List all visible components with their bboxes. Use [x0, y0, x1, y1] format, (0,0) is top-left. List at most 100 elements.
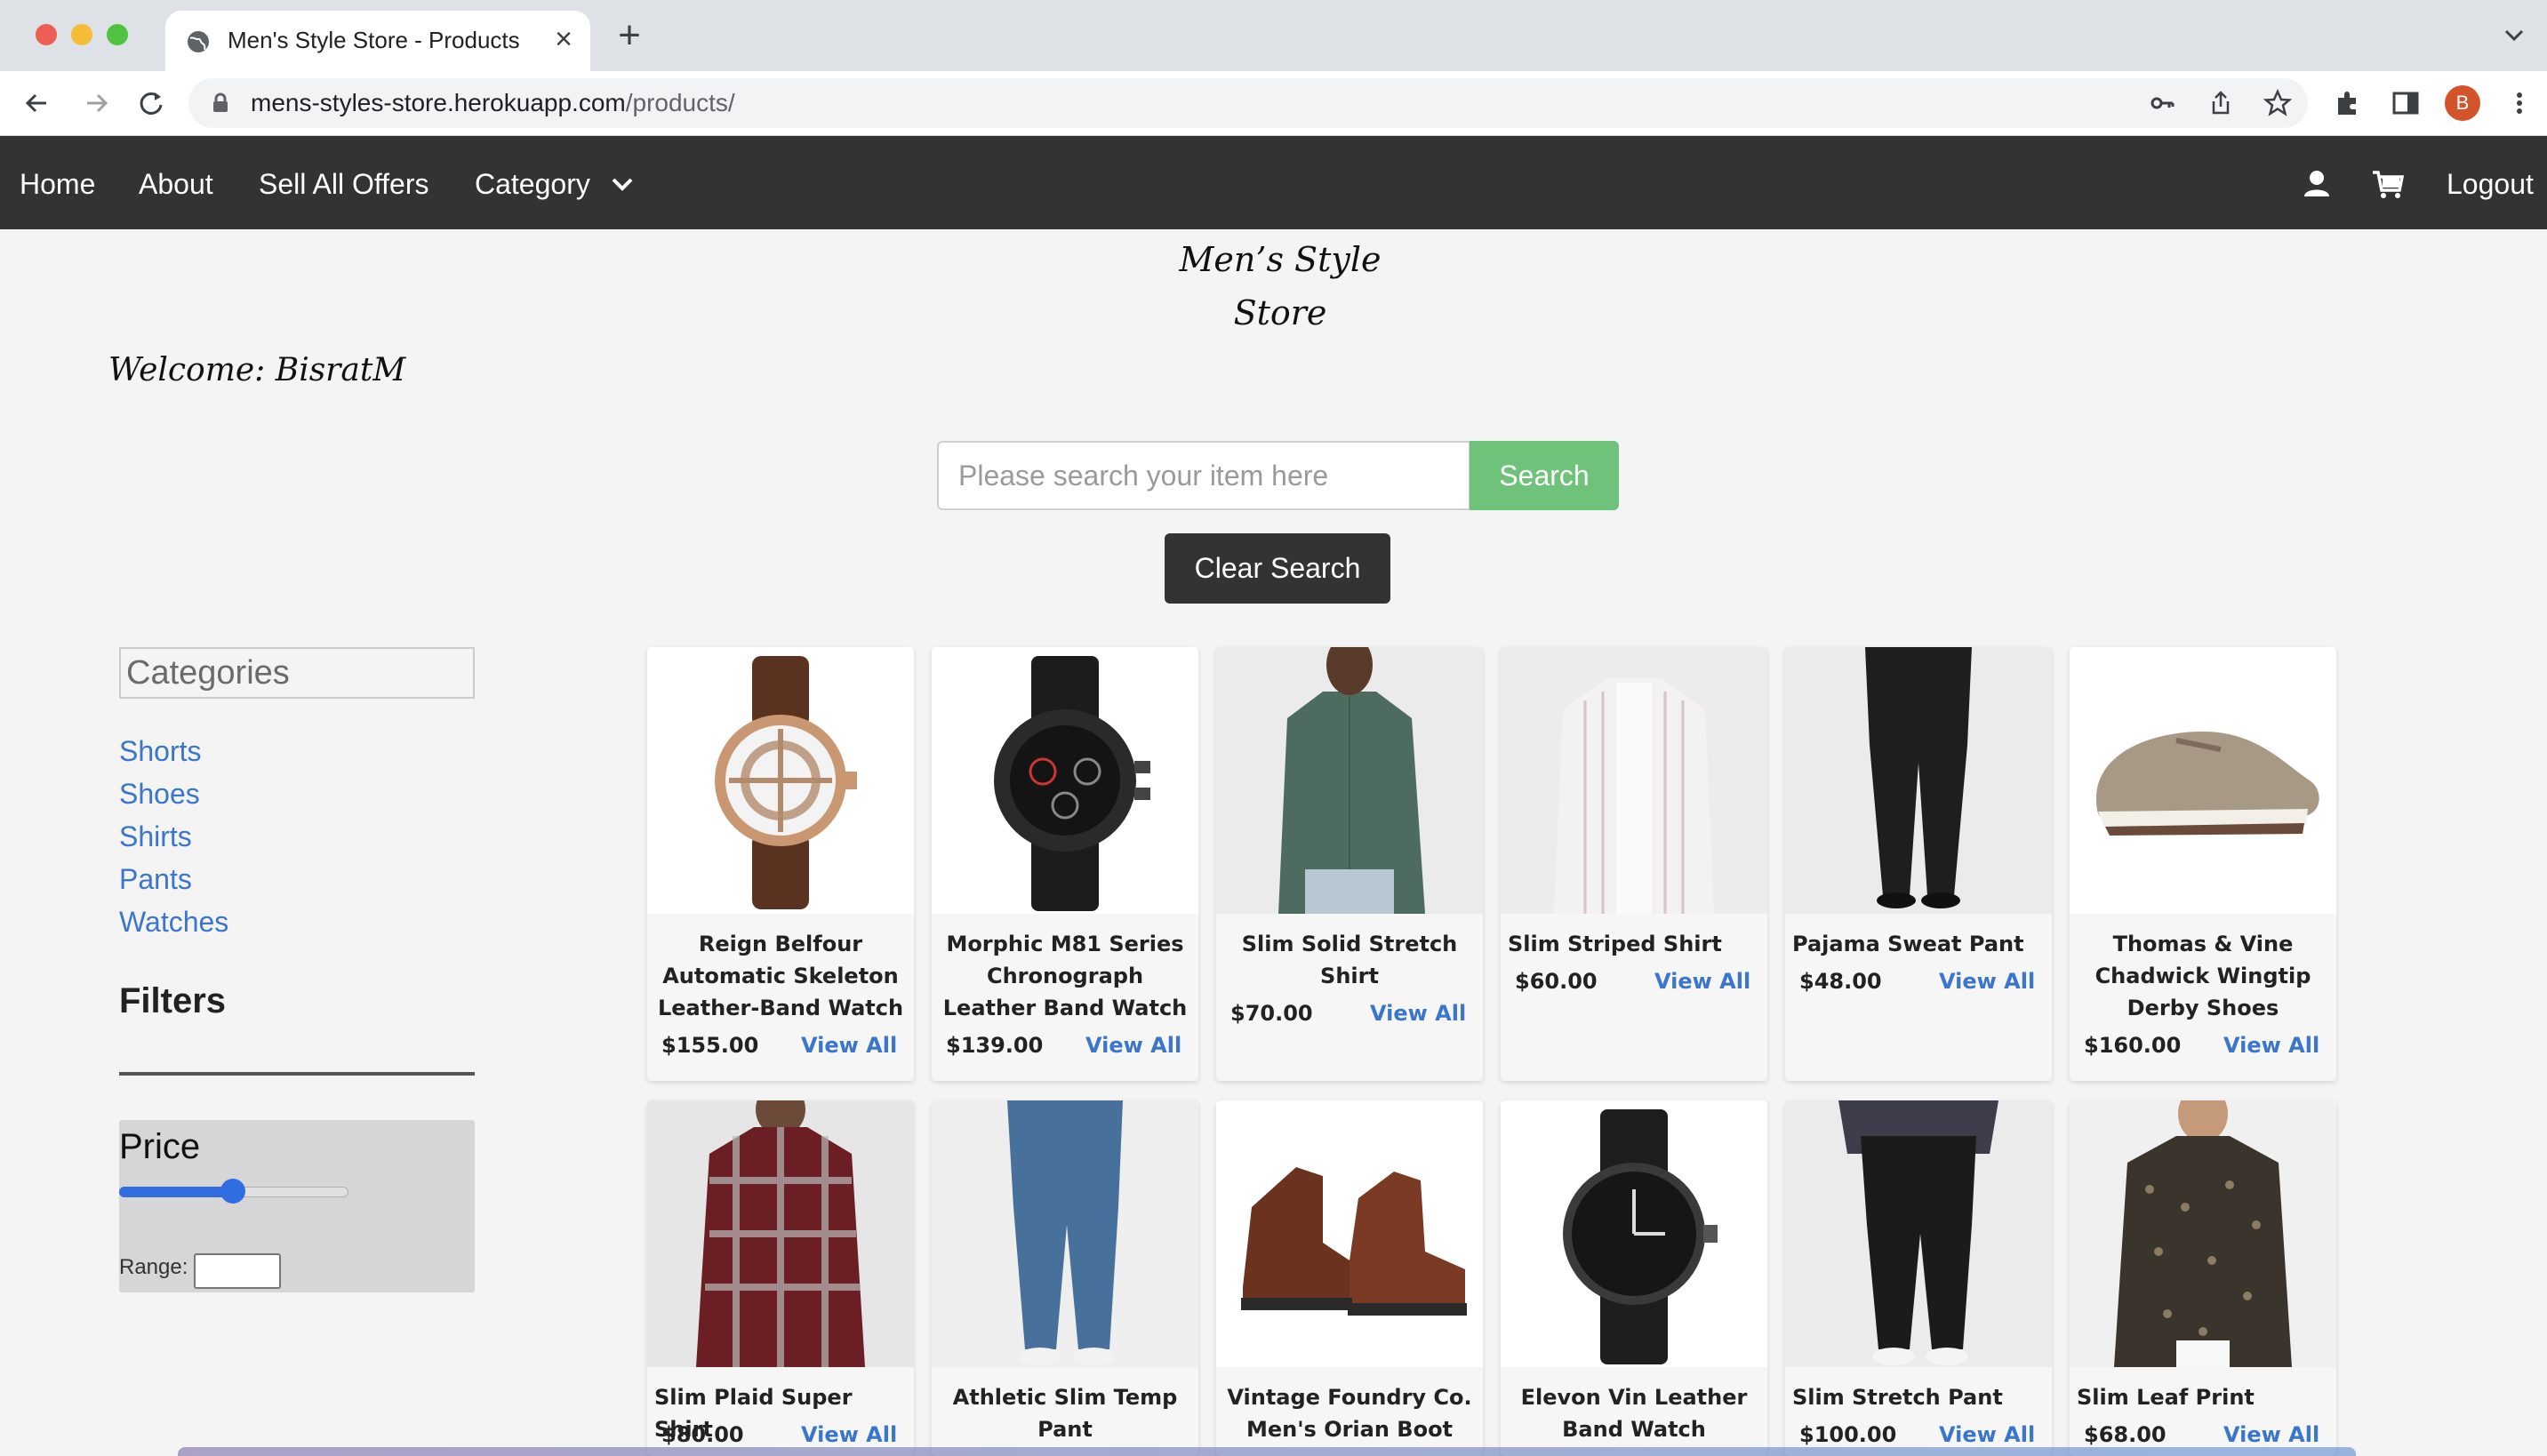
price-label: Price	[119, 1127, 201, 1166]
product-card[interactable]: Slim Plaid Super Shirt $80.00 View All	[647, 1100, 914, 1456]
product-card[interactable]: Athletic Slim Temp Pant	[932, 1100, 1198, 1456]
url-text[interactable]: mens-styles-store.herokuapp.com/products…	[251, 87, 735, 119]
chevron-down-icon[interactable]	[605, 166, 640, 202]
product-image[interactable]	[932, 647, 1198, 914]
product-price: $60.00	[1515, 969, 1598, 994]
product-price: $68.00	[2084, 1422, 2167, 1447]
dock-edge	[178, 1447, 2356, 1456]
product-image[interactable]	[2070, 1100, 2336, 1367]
product-image[interactable]	[1216, 1100, 1483, 1367]
category-link-watches[interactable]: Watches	[119, 904, 228, 940]
product-title: Thomas & Vine Chadwick Wingtip Derby Sho…	[2094, 932, 2311, 1020]
category-link-pants[interactable]: Pants	[119, 861, 192, 897]
product-price: $160.00	[2084, 1033, 2182, 1058]
browser-tab-strip: Men's Style Store - Products × +	[0, 0, 2547, 71]
brand-line-1: Men’s Style	[1179, 240, 1382, 279]
view-all-link[interactable]: View All	[2223, 1422, 2319, 1447]
view-all-link[interactable]: View All	[1939, 969, 2035, 994]
view-all-link[interactable]: View All	[1939, 1422, 2035, 1447]
pant-image	[1785, 1100, 2052, 1367]
view-all-link[interactable]: View All	[1085, 1033, 1181, 1058]
product-image[interactable]	[647, 647, 914, 914]
product-card[interactable]: Thomas & Vine Chadwick Wingtip Derby Sho…	[2070, 647, 2336, 1081]
window-minimize-button[interactable]	[71, 24, 92, 45]
clear-search-button[interactable]: Clear Search	[1165, 533, 1390, 604]
category-link-shirts[interactable]: Shirts	[119, 819, 192, 854]
address-bar[interactable]: mens-styles-store.herokuapp.com/products…	[188, 78, 2308, 128]
product-title: Slim Leaf Print	[2077, 1385, 2255, 1410]
side-panel-icon[interactable]	[2390, 87, 2422, 119]
back-arrow-icon[interactable]	[20, 85, 55, 121]
profile-avatar[interactable]: B	[2445, 85, 2480, 121]
nav-sell-all-offers-link[interactable]: Sell All Offers	[259, 166, 429, 202]
view-all-link[interactable]: View All	[801, 1422, 897, 1447]
cart-icon[interactable]	[2370, 166, 2406, 202]
watch-image	[1563, 1109, 1718, 1364]
pant-image	[1785, 647, 2052, 914]
view-all-link[interactable]: View All	[801, 1033, 897, 1058]
new-tab-icon[interactable]: +	[612, 16, 647, 55]
shirt-image	[1501, 647, 1767, 914]
view-all-link[interactable]: View All	[2223, 1033, 2319, 1058]
view-all-link[interactable]: View All	[1654, 969, 1750, 994]
product-card[interactable]: Vintage Foundry Co. Men's Orian Boot	[1216, 1100, 1483, 1456]
browser-menu-icon[interactable]	[2503, 87, 2535, 119]
range-input[interactable]	[194, 1253, 281, 1289]
window-close-button[interactable]	[36, 24, 57, 45]
share-icon[interactable]	[2207, 89, 2235, 117]
bookmark-star-icon[interactable]	[2263, 89, 2292, 117]
product-card[interactable]: Slim Leaf Print $68.00 View All	[2070, 1100, 2336, 1456]
product-card[interactable]: Slim Striped Shirt $60.00 View All	[1501, 647, 1767, 1081]
pant-image	[932, 1100, 1198, 1367]
product-image[interactable]	[1785, 1100, 2052, 1367]
product-card[interactable]: Slim Solid Stretch Shirt $70.00 View All	[1216, 647, 1483, 1081]
globe-icon	[188, 31, 209, 52]
product-image[interactable]	[2070, 647, 2336, 914]
view-all-link[interactable]: View All	[1370, 1001, 1466, 1026]
product-price: $80.00	[661, 1422, 744, 1447]
forward-arrow-icon[interactable]	[78, 85, 114, 121]
brand-line-2: Store	[1233, 293, 1327, 332]
shirt-image	[2070, 1100, 2336, 1367]
product-card[interactable]: Morphic M81 Series Chronograph Leather B…	[932, 647, 1198, 1081]
product-card[interactable]: Slim Stretch Pant $100.00 View All	[1785, 1100, 2052, 1456]
window-maximize-button[interactable]	[107, 24, 128, 45]
product-title: Elevon Vin Leather Band Watch	[1520, 1385, 1748, 1442]
product-price: $139.00	[946, 1033, 1044, 1058]
product-card[interactable]: Elevon Vin Leather Band Watch	[1501, 1100, 1767, 1456]
close-tab-icon[interactable]: ×	[548, 23, 580, 55]
product-title: Slim Solid Stretch Shirt	[1241, 932, 1458, 988]
product-title: Pajama Sweat Pant	[1792, 932, 2024, 956]
category-link-shorts[interactable]: Shorts	[119, 733, 201, 769]
product-image[interactable]	[647, 1100, 914, 1367]
shoe-image	[2096, 732, 2319, 836]
lock-icon[interactable]	[208, 91, 233, 116]
extensions-puzzle-icon[interactable]	[2333, 87, 2365, 119]
nav-about-link[interactable]: About	[139, 166, 213, 202]
search-button[interactable]: Search	[1470, 441, 1619, 510]
key-icon[interactable]	[2148, 89, 2176, 117]
product-image[interactable]	[1216, 647, 1483, 914]
logout-link[interactable]: Logout	[2447, 166, 2534, 202]
nav-category-dropdown[interactable]: Category	[475, 166, 590, 202]
browser-tab-active[interactable]: Men's Style Store - Products ×	[165, 11, 590, 71]
product-card[interactable]: Pajama Sweat Pant $48.00 View All	[1785, 647, 2052, 1081]
product-card[interactable]: Reign Belfour Automatic Skeleton Leather…	[647, 647, 914, 1081]
category-link-shoes[interactable]: Shoes	[119, 776, 200, 812]
product-image[interactable]	[1785, 647, 2052, 914]
reload-icon[interactable]	[133, 85, 169, 121]
search-input[interactable]	[937, 441, 1470, 510]
shirt-image	[647, 1100, 914, 1367]
boot-image	[1241, 1167, 1467, 1316]
welcome-message: Welcome: BisratM	[108, 352, 406, 388]
tab-title: Men's Style Store - Products	[228, 27, 520, 53]
product-image[interactable]	[1501, 1100, 1767, 1367]
nav-home-link[interactable]: Home	[20, 166, 95, 202]
price-slider-thumb[interactable]	[220, 1179, 245, 1204]
url-path: /products/	[625, 89, 735, 116]
product-image[interactable]	[1501, 647, 1767, 914]
tab-search-chevron-icon[interactable]	[2498, 20, 2530, 52]
url-host: mens-styles-store.herokuapp.com	[251, 89, 626, 116]
product-image[interactable]	[932, 1100, 1198, 1367]
user-icon[interactable]	[2299, 166, 2335, 202]
